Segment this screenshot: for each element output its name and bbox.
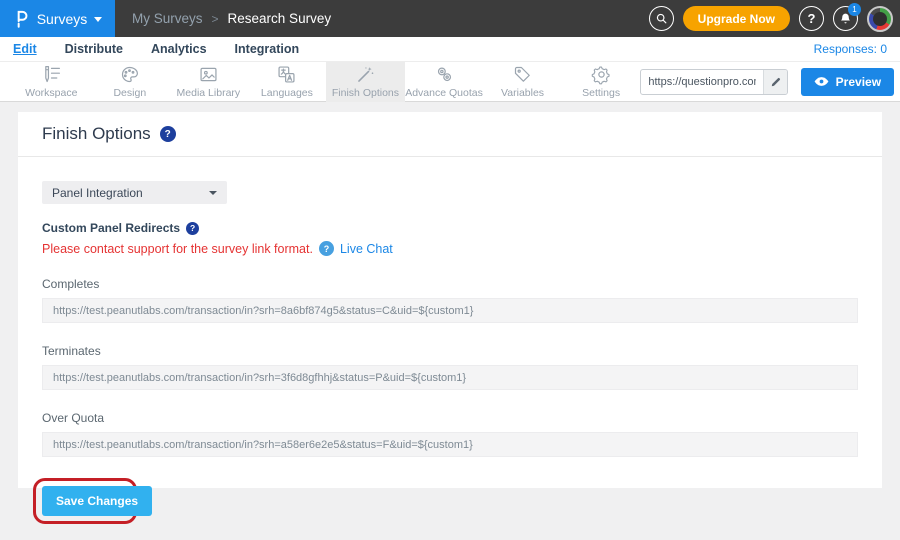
eye-icon [814,76,829,87]
terminates-url-input[interactable] [42,365,858,390]
save-changes-button[interactable]: Save Changes [42,486,152,516]
question-mark-icon: ? [808,11,816,26]
support-notice-text: Please contact support for the survey li… [42,242,313,256]
toolbar-item-workspace[interactable]: Workspace [12,62,91,102]
card-header: Finish Options ? [18,112,882,157]
upgrade-now-button[interactable]: Upgrade Now [683,6,790,31]
toolbar-item-design[interactable]: Design [91,62,170,102]
field-label-completes: Completes [42,277,858,291]
help-button[interactable]: ? [799,6,824,31]
page-title: Finish Options [42,124,151,144]
tag-icon [512,64,533,85]
responses-count[interactable]: Responses: 0 [814,42,887,56]
finish-options-card: Finish Options ? Panel Integration Custo… [18,112,882,488]
breadcrumb-my-surveys[interactable]: My Surveys [132,11,203,26]
chevron-down-icon [209,191,217,195]
card-body: Panel Integration Custom Panel Redirects… [18,157,882,540]
notification-badge: 1 [848,3,861,16]
panel-integration-dropdown[interactable]: Panel Integration [42,181,227,204]
preview-label: Preview [836,75,881,89]
pencil-icon [770,76,782,88]
toolbar-label: Languages [261,87,313,99]
edit-toolbar: Workspace Design Media Library Languages… [0,62,900,102]
account-gauge-avatar[interactable] [867,6,893,32]
redirect-field-completes: Completes [42,277,858,323]
header-actions: Upgrade Now ? 1 [649,6,900,32]
toolbar-label: Finish Options [332,87,399,99]
chevron-down-icon [94,17,102,22]
toolbar-item-settings[interactable]: Settings [562,62,641,102]
toolbar-item-advance-quotas[interactable]: Advance Quotas [405,62,484,102]
toolbar-label: Design [113,87,146,99]
image-icon [198,64,219,85]
tab-analytics[interactable]: Analytics [151,42,207,56]
finish-options-help-icon[interactable]: ? [160,126,176,142]
redirect-field-terminates: Terminates [42,344,858,390]
notifications-button[interactable]: 1 [833,6,858,31]
breadcrumb-separator: > [212,12,219,26]
field-label-terminates: Terminates [42,344,858,358]
custom-panel-redirects-heading: Custom Panel Redirects ? [42,221,858,235]
gear-icon [591,64,612,85]
breadcrumb-current-survey: Research Survey [228,11,332,26]
tab-edit[interactable]: Edit [13,42,37,56]
live-chat-link[interactable]: Live Chat [340,242,393,256]
toolbar-label: Variables [501,87,544,99]
live-chat-help-icon[interactable]: ? [319,241,334,256]
surveys-product-menu[interactable]: Surveys [0,0,115,37]
translate-icon [276,64,297,85]
magic-wand-icon [355,64,376,85]
top-header-bar: Surveys My Surveys > Research Survey Upg… [0,0,900,37]
redirects-help-icon[interactable]: ? [186,222,199,235]
survey-url-input[interactable] [641,76,763,88]
over-quota-url-input[interactable] [42,432,858,457]
field-label-over-quota: Over Quota [42,411,858,425]
section-heading-label: Custom Panel Redirects [42,221,180,235]
workspace-icon [41,64,62,85]
palette-icon [119,64,140,85]
toolbar-label: Workspace [25,87,77,99]
questionpro-logo-icon [13,9,30,29]
toolbar-item-media-library[interactable]: Media Library [169,62,248,102]
toolbar-item-variables[interactable]: Variables [483,62,562,102]
toolbar-label: Advance Quotas [405,87,483,99]
tab-distribute[interactable]: Distribute [65,42,123,56]
redirect-field-over-quota: Over Quota [42,411,858,457]
search-button[interactable] [649,6,674,31]
breadcrumb: My Surveys > Research Survey [132,11,331,26]
dropdown-selected-value: Panel Integration [52,186,143,200]
toolbar-item-languages[interactable]: Languages [248,62,327,102]
search-icon [655,12,668,25]
edit-url-button[interactable] [763,69,786,95]
toolbar-item-finish-options[interactable]: Finish Options [326,62,405,102]
survey-url-box [640,69,787,95]
support-notice-row: Please contact support for the survey li… [42,241,858,256]
product-label: Surveys [37,11,88,27]
chain-links-icon [434,64,455,85]
toolbar-label: Settings [582,87,620,99]
preview-button[interactable]: Preview [801,68,894,96]
toolbar-label: Media Library [177,87,241,99]
survey-nav-tabs: Edit Distribute Analytics Integration [13,42,299,56]
tab-integration[interactable]: Integration [235,42,300,56]
save-button-area: Save Changes [42,486,162,516]
completes-url-input[interactable] [42,298,858,323]
survey-nav-row: Edit Distribute Analytics Integration Re… [0,37,900,62]
